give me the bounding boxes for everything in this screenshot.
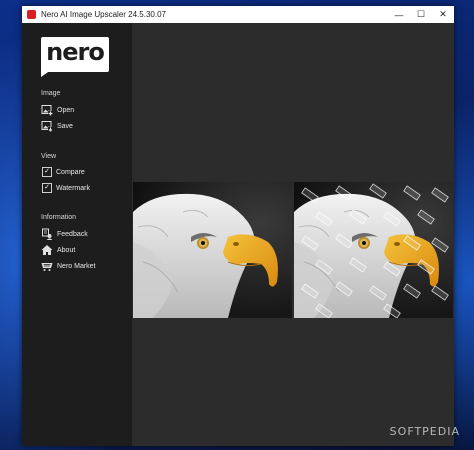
watermark-label: Watermark	[56, 184, 90, 192]
feedback-label: Feedback	[57, 230, 88, 238]
save-label: Save	[57, 122, 73, 130]
maximize-button[interactable]: ☐	[410, 6, 432, 23]
cart-icon	[40, 260, 53, 273]
title-bar[interactable]: Nero AI Image Upscaler 24.5.30.07 — ☐ ✕	[22, 6, 454, 23]
about-button[interactable]: About	[40, 243, 75, 257]
section-label-view: View	[41, 153, 57, 160]
save-icon	[40, 120, 53, 133]
feedback-button[interactable]: Feedback	[40, 227, 88, 241]
original-image-preview	[133, 182, 292, 318]
compare-check-icon: ✓	[42, 167, 52, 177]
upscaled-image-preview	[294, 182, 453, 318]
nero-market-button[interactable]: Nero Market	[40, 259, 96, 273]
open-label: Open	[57, 106, 75, 114]
nero-logo: nero	[41, 37, 109, 77]
watermark-check-icon: ✓	[42, 183, 52, 193]
compare-checkbox[interactable]: ✓ Compare	[40, 165, 85, 179]
window-title: Nero AI Image Upscaler 24.5.30.07	[41, 10, 166, 19]
nero-market-label: Nero Market	[57, 262, 96, 270]
about-label: About	[57, 246, 76, 254]
open-image-icon	[40, 104, 53, 117]
sidebar: nero Image Open Save View ✓ Compare ✓ Wa…	[22, 23, 132, 446]
app-icon	[27, 10, 36, 19]
save-button[interactable]: Save	[40, 119, 73, 133]
open-button[interactable]: Open	[40, 103, 74, 117]
logo-text: nero	[46, 38, 105, 66]
feedback-icon	[40, 228, 53, 241]
logo-notch	[41, 70, 51, 77]
softpedia-watermark: SOFTPEDIA	[389, 425, 460, 438]
watermark-checkbox[interactable]: ✓ Watermark	[40, 181, 90, 195]
section-label-image: Image	[41, 90, 61, 97]
minimize-button[interactable]: —	[388, 6, 410, 23]
app-window: Nero AI Image Upscaler 24.5.30.07 — ☐ ✕ …	[22, 6, 454, 446]
compare-label: Compare	[56, 168, 85, 176]
close-button[interactable]: ✕	[432, 6, 454, 23]
preview-area	[132, 23, 454, 446]
section-label-information: Information	[41, 214, 77, 221]
window-controls: — ☐ ✕	[388, 6, 454, 23]
home-icon	[40, 244, 53, 257]
